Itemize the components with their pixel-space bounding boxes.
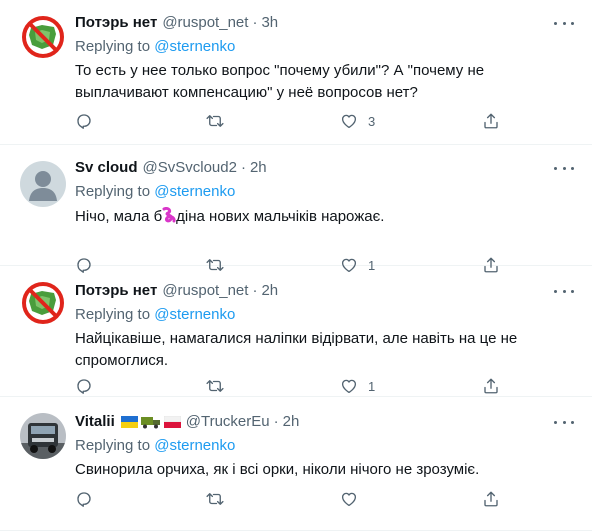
username[interactable]: @SvSvcloud2 (143, 157, 237, 179)
censor-scribble-icon (162, 207, 176, 223)
share-icon (482, 377, 500, 395)
reply-button[interactable] (75, 112, 93, 130)
like-button[interactable]: 1 (340, 377, 375, 395)
replying-to: Replying to @sternenko (75, 435, 574, 457)
like-count: 3 (368, 113, 376, 129)
tweet-text-start: Нічо, мала б (75, 208, 163, 225)
separator-dot: · (273, 413, 279, 430)
username[interactable]: @ruspot_net (162, 280, 248, 302)
tweet-header: Sv cloud @SvSvcloud2 · 2h (75, 157, 574, 179)
display-name[interactable]: Vitalii (75, 411, 115, 433)
like-button[interactable] (340, 490, 358, 508)
retweet-icon (205, 112, 225, 130)
separator-dot: · (252, 14, 258, 31)
reply-icon (75, 112, 93, 130)
timestamp[interactable]: 2h (283, 411, 300, 433)
poland-flag-icon (163, 416, 181, 428)
more-options-icon[interactable] (554, 14, 574, 32)
display-name[interactable]: Потэрь нет (75, 12, 157, 34)
replying-to: Replying to @sternenko (75, 304, 574, 326)
tweet[interactable]: Vitalii @TruckerEu · 2h Replying to @ste… (0, 397, 592, 531)
share-button[interactable] (482, 377, 500, 395)
replying-to-link[interactable]: @sternenko (154, 183, 235, 200)
reply-icon (75, 377, 93, 395)
like-button[interactable]: 3 (340, 112, 375, 130)
name-emoji-flags (120, 416, 181, 429)
crossed-out-sign-avatar[interactable] (20, 14, 66, 60)
username[interactable]: @TruckerEu (186, 411, 270, 433)
timestamp[interactable]: 2h (261, 280, 278, 302)
replying-to: Replying to @sternenko (75, 181, 574, 203)
display-name[interactable]: Потэрь нет (75, 280, 157, 302)
more-options-icon[interactable] (554, 282, 574, 300)
tweet[interactable]: Sv cloud @SvSvcloud2 · 2h Replying to @s… (0, 145, 592, 273)
separator-dot: · (252, 282, 258, 299)
replying-prefix: Replying to (75, 183, 155, 200)
display-name[interactable]: Sv cloud (75, 157, 138, 179)
tweet[interactable]: Потэрь нет @ruspot_net · 3h Replying to … (0, 0, 592, 145)
truck-emoji-icon (140, 416, 160, 428)
replying-to-link[interactable]: @sternenko (154, 306, 235, 323)
reply-button[interactable] (75, 377, 93, 395)
tweet-text: То есть у нее только вопрос "почему убил… (75, 62, 485, 101)
more-options-icon[interactable] (554, 413, 574, 431)
replying-prefix: Replying to (75, 306, 155, 323)
replying-prefix: Replying to (75, 437, 155, 454)
retweet-button[interactable] (205, 377, 225, 395)
retweet-icon (205, 490, 225, 508)
tweet-text: Нічо, мала б діна нових мальчіків нарожає… (75, 205, 574, 228)
replying-to: Replying to @sternenko (75, 36, 574, 58)
more-options-icon[interactable] (554, 159, 574, 177)
username[interactable]: @ruspot_net (162, 12, 248, 34)
tweet-text: Найцікавіше, намагалися наліпки відірват… (75, 330, 518, 369)
replying-prefix: Replying to (75, 38, 155, 55)
timestamp[interactable]: 2h (250, 157, 267, 179)
tweet-actions (75, 490, 505, 514)
retweet-icon (205, 377, 225, 395)
ukraine-flag-icon (120, 416, 138, 428)
tweet-header: Потэрь нет @ruspot_net · 3h (75, 12, 574, 34)
tweet-header: Vitalii @TruckerEu · 2h (75, 411, 574, 433)
retweet-button[interactable] (205, 112, 225, 130)
like-icon (340, 112, 358, 130)
share-button[interactable] (482, 112, 500, 130)
truck-photo-avatar[interactable] (20, 413, 66, 459)
tweet[interactable]: Потэрь нет @ruspot_net · 2h Replying to … (0, 266, 592, 397)
like-icon (340, 377, 358, 395)
share-icon (482, 112, 500, 130)
separator-dot: · (240, 159, 246, 176)
retweet-button[interactable] (205, 490, 225, 508)
tweet-actions: 3 (75, 112, 505, 136)
timestamp[interactable]: 3h (261, 12, 278, 34)
share-icon (482, 490, 500, 508)
crossed-out-sign-avatar[interactable] (20, 280, 66, 326)
reply-icon (75, 490, 93, 508)
tweet-header: Потэрь нет @ruspot_net · 2h (75, 280, 574, 302)
replying-to-link[interactable]: @sternenko (154, 38, 235, 55)
tweet-text: Свинорила орчиха, як і всі орки, ніколи … (75, 461, 480, 478)
like-icon (340, 490, 358, 508)
reply-button[interactable] (75, 490, 93, 508)
like-count: 1 (368, 378, 376, 394)
share-button[interactable] (482, 490, 500, 508)
tweet-text-end: діна нових мальчіків нарожає. (176, 208, 385, 225)
default-person-avatar[interactable] (20, 161, 66, 207)
replying-to-link[interactable]: @sternenko (154, 437, 235, 454)
